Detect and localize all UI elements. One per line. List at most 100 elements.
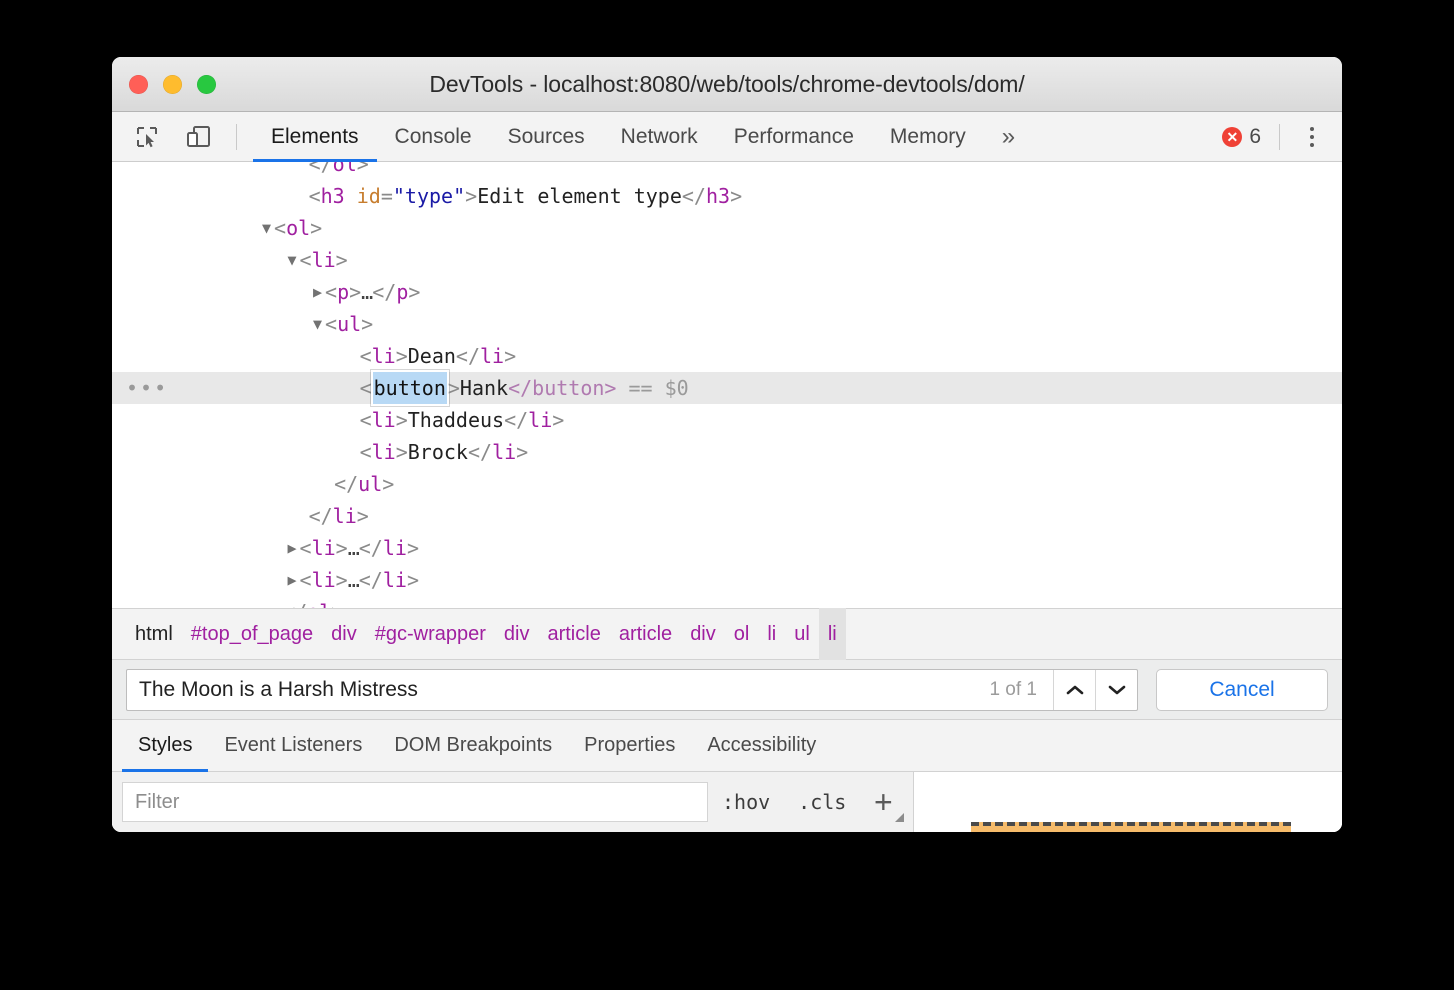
dom-token-brk: < [360, 344, 372, 368]
tab-memory[interactable]: Memory [872, 112, 984, 162]
dom-tree-row[interactable]: ▶<p>…</p> [112, 276, 1342, 308]
dom-token-brk: > [310, 216, 322, 240]
dom-token-brk: </ [372, 280, 396, 304]
dom-tree-row[interactable]: ▼<li> [112, 244, 1342, 276]
sidebar-tabs: Styles Event Listeners DOM BreakpointsProp… [112, 720, 1342, 772]
more-tabs-icon[interactable]: » [988, 112, 1029, 162]
dom-tree-row[interactable]: <h3 id="type">Edit element type</h3> [112, 180, 1342, 212]
dom-tree-row[interactable]: </li> [112, 500, 1342, 532]
dom-tree-row[interactable]: <li>Brock</li> [112, 436, 1342, 468]
devtools-toolbar: Elements Console Sources Network Perform… [112, 112, 1342, 162]
dom-tree-row[interactable]: <li>Dean</li> [112, 340, 1342, 372]
dom-tree-row-selected[interactable]: ••• <button>Hank</button> == $0 [112, 372, 1342, 404]
dom-token-tag: ul [358, 472, 382, 496]
twisty-open-icon[interactable]: ▼ [313, 315, 322, 333]
dom-token-brk: </ [334, 472, 358, 496]
dom-token-brk: > [396, 344, 408, 368]
dom-token-brk: > [331, 600, 343, 608]
breadcrumb-item-html[interactable]: html [126, 608, 182, 660]
breadcrumb-item-div[interactable]: div [681, 608, 725, 660]
dom-token-brk: < [360, 408, 372, 432]
dom-token-brk: < [300, 248, 312, 272]
tab-label: Sources [508, 125, 585, 149]
tag-name-edit-field[interactable]: button [373, 372, 447, 404]
filter-input[interactable]: Filter [122, 782, 708, 822]
dom-token-brk: > [552, 408, 564, 432]
dom-token-brk: > [516, 440, 528, 464]
breadcrumb-item-topofpage[interactable]: #top_of_page [182, 608, 322, 660]
dom-tree-row[interactable]: ▼<ol> [112, 212, 1342, 244]
toolbar-divider [236, 124, 237, 150]
box-model-margin-area[interactable] [971, 822, 1291, 832]
tab-sources[interactable]: Sources [490, 112, 603, 162]
dom-token-txt: Dean [408, 344, 456, 368]
breadcrumb-item-li[interactable]: li [819, 608, 846, 660]
twisty-placeholder [339, 443, 357, 461]
dom-token-tag: li [312, 568, 336, 592]
dom-tree-row[interactable]: ▶<li>…</li> [112, 564, 1342, 596]
dom-tree-row[interactable]: </ul> [112, 468, 1342, 500]
search-input-value[interactable]: The Moon is a Harsh Mistress [127, 678, 973, 702]
cancel-button[interactable]: Cancel [1156, 669, 1328, 711]
dom-token-brk: </ [359, 536, 383, 560]
dom-token-tag: li [333, 504, 357, 528]
twisty-placeholder [262, 603, 280, 608]
dom-token-brk: </ [309, 162, 333, 176]
sidebar-tab-event-listeners[interactable]: Event Listeners [208, 720, 378, 772]
twisty-closed-icon[interactable]: ▶ [313, 283, 322, 301]
dom-token-brk: > [407, 536, 419, 560]
device-toolbar-icon[interactable] [182, 120, 216, 154]
toggle-element-state-button[interactable]: :hov [708, 790, 784, 814]
search-prev-button[interactable] [1053, 670, 1095, 710]
dom-token-tag: li [372, 344, 396, 368]
twisty-placeholder [288, 507, 306, 525]
twisty-closed-icon[interactable]: ▶ [288, 571, 297, 589]
dom-tree-row[interactable]: ▼<ul> [112, 308, 1342, 340]
error-badge[interactable]: ✕ 6 [1222, 125, 1261, 149]
breadcrumb-item-label: div [690, 623, 716, 646]
dom-tree-row[interactable]: ▶<li>…</li> [112, 532, 1342, 564]
dom-token-brk: </ [682, 184, 706, 208]
dom-tree-row[interactable]: </ol> [112, 162, 1342, 180]
sidebar-tab-properties[interactable]: Properties [568, 720, 691, 772]
tab-performance[interactable]: Performance [716, 112, 872, 162]
breadcrumb-item-label: div [504, 623, 530, 646]
sidebar-tab-styles[interactable]: Styles [122, 720, 208, 772]
inspect-element-icon[interactable] [130, 120, 164, 154]
search-input[interactable]: The Moon is a Harsh Mistress 1 of 1 [126, 669, 1138, 711]
breadcrumb-item-label: #gc-wrapper [375, 623, 486, 646]
breadcrumb-item-ul[interactable]: ul [785, 608, 819, 660]
tab-network[interactable]: Network [603, 112, 716, 162]
tab-elements[interactable]: Elements [253, 112, 377, 162]
dom-token-gray: == $0 [629, 376, 689, 400]
breadcrumb-item-div[interactable]: div [495, 608, 539, 660]
dom-token-tag: h3 [321, 184, 345, 208]
breadcrumb-item-article[interactable]: article [610, 608, 681, 660]
new-style-rule-button[interactable]: + [860, 779, 906, 825]
dom-token-brk: < [360, 376, 372, 400]
breadcrumb[interactable]: html#top_of_pagediv#gc-wrapperdivarticle… [112, 608, 1342, 660]
dom-tree-row[interactable]: <li>Thaddeus</li> [112, 404, 1342, 436]
sidebar-tab-accessibility[interactable]: Accessibility [691, 720, 832, 772]
breadcrumb-item-gc-wrapper[interactable]: #gc-wrapper [366, 608, 495, 660]
breadcrumb-item-ol[interactable]: ol [725, 608, 759, 660]
breadcrumb-item-div[interactable]: div [322, 608, 366, 660]
breadcrumb-item-li[interactable]: li [758, 608, 785, 660]
tab-label: Elements [271, 125, 359, 149]
dom-token-tag: li [372, 408, 396, 432]
twisty-open-icon[interactable]: ▼ [288, 251, 297, 269]
dom-tree-panel[interactable]: </ol> <h3 id="type">Edit element type</h… [112, 162, 1342, 608]
dom-token-brk: > [336, 536, 348, 560]
twisty-open-icon[interactable]: ▼ [262, 219, 271, 237]
twisty-closed-icon[interactable]: ▶ [288, 539, 297, 557]
dom-row-overflow-marker[interactable]: ••• [126, 372, 168, 404]
element-classes-button[interactable]: .cls [784, 790, 860, 814]
sidebar-tab-label: Event Listeners [224, 734, 362, 757]
kebab-menu-icon[interactable] [1294, 119, 1330, 155]
sidebar-tab-dom-breakpoints[interactable]: DOM Breakpoints [378, 720, 568, 772]
tab-console[interactable]: Console [377, 112, 490, 162]
dom-tree-row[interactable]: </ol> [112, 596, 1342, 608]
window-title: DevTools - localhost:8080/web/tools/chro… [112, 71, 1342, 98]
breadcrumb-item-article[interactable]: article [538, 608, 609, 660]
search-next-button[interactable] [1095, 670, 1137, 710]
